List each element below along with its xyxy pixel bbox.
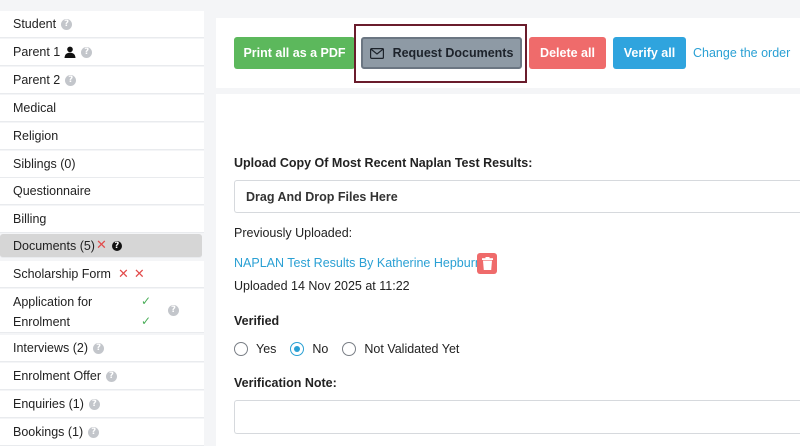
trash-icon bbox=[481, 257, 493, 270]
radio-not-validated-label: Not Validated Yet bbox=[364, 342, 460, 356]
radio-not-validated[interactable] bbox=[342, 342, 357, 356]
envelope-icon bbox=[369, 47, 384, 59]
radio-yes-label: Yes bbox=[256, 342, 277, 356]
verified-label: Verified bbox=[234, 314, 280, 328]
sidebar-item-label: Siblings (0) bbox=[13, 157, 76, 171]
sidebar-item-label: Medical bbox=[13, 101, 57, 115]
sidebar-item-label: Bookings (1) bbox=[13, 425, 84, 439]
dropzone-text: Drag And Drop Files Here bbox=[246, 189, 398, 204]
help-icon[interactable]: ? bbox=[88, 426, 100, 438]
uploaded-file-link[interactable]: NAPLAN Test Results By Katherine Hepburn bbox=[234, 256, 482, 270]
sidebar-item-enrolment-offer[interactable]: Enrolment Offer ? bbox=[0, 363, 204, 390]
verification-note-label: Verification Note: bbox=[234, 376, 337, 390]
sidebar-item-label: Enrolment Offer bbox=[13, 369, 102, 383]
help-icon[interactable]: ? bbox=[93, 342, 105, 354]
print-all-pdf-button[interactable]: Print all as a PDF bbox=[234, 37, 355, 69]
x-mark-icon: ✕ bbox=[95, 238, 107, 253]
sidebar-item-label: Scholarship Form bbox=[13, 267, 111, 281]
sidebar-item-label-line-1: Application for bbox=[13, 295, 93, 309]
sidebar-item-billing[interactable]: Billing bbox=[0, 206, 204, 233]
document-form-panel bbox=[216, 94, 800, 446]
help-icon[interactable]: ? bbox=[61, 18, 73, 30]
sidebar-item-application-for-enrolment[interactable]: Application for Enrolment ✓ ✓ ? bbox=[0, 289, 204, 333]
help-icon[interactable]: ? bbox=[81, 46, 93, 58]
help-icon[interactable]: ? bbox=[88, 398, 100, 410]
request-documents-label: Request Documents bbox=[392, 46, 514, 60]
sidebar-item-label: Student bbox=[13, 17, 57, 31]
sidebar-item-parent-2[interactable]: Parent 2 ? bbox=[0, 67, 204, 94]
verified-option-not-validated[interactable]: Not Validated Yet bbox=[342, 342, 459, 356]
previously-uploaded-label: Previously Uploaded: bbox=[234, 226, 353, 240]
sidebar-item-medical[interactable]: Medical bbox=[0, 95, 204, 122]
sidebar-item-label: Questionnaire bbox=[13, 184, 91, 198]
sidebar-item-label-line-2: Enrolment bbox=[13, 315, 70, 329]
sidebar-item-label: Documents (5) bbox=[13, 238, 95, 253]
radio-no[interactable] bbox=[290, 342, 305, 356]
check-icon: ✓ bbox=[141, 314, 152, 328]
help-icon[interactable]: ? bbox=[111, 240, 122, 251]
help-icon[interactable]: ? bbox=[168, 305, 179, 316]
request-documents-button[interactable]: Request Documents bbox=[361, 37, 522, 69]
delete-all-button[interactable]: Delete all bbox=[529, 37, 606, 69]
sidebar-item-label: Billing bbox=[13, 212, 47, 226]
sidebar-item-label: Enquiries (1) bbox=[13, 397, 84, 411]
sidebar-item-enquiries[interactable]: Enquiries (1) ? bbox=[0, 391, 204, 418]
sidebar-item-interviews[interactable]: Interviews (2) ? bbox=[0, 335, 204, 362]
sidebar-item-scholarship-form[interactable]: Scholarship Form ✕ ✕ bbox=[0, 261, 204, 288]
verified-option-no[interactable]: No bbox=[290, 342, 328, 356]
sidebar-item-parent-1[interactable]: Parent 1 ? bbox=[0, 39, 204, 66]
uploaded-date-text: Uploaded 14 Nov 2025 at 11:22 bbox=[234, 279, 410, 293]
sidebar-item-label: Parent 2 bbox=[13, 73, 61, 87]
sidebar-item-label: Parent 1 bbox=[13, 45, 61, 59]
upload-field-label: Upload Copy Of Most Recent Naplan Test R… bbox=[234, 156, 533, 170]
verified-option-yes[interactable]: Yes bbox=[234, 342, 276, 356]
help-icon[interactable]: ? bbox=[65, 74, 77, 86]
sidebar-item-bookings[interactable]: Bookings (1) ? bbox=[0, 419, 204, 446]
sidebar-item-religion[interactable]: Religion bbox=[0, 123, 204, 150]
x-mark-icon: ✕ bbox=[117, 266, 129, 282]
sidebar-item-siblings[interactable]: Siblings (0) bbox=[0, 151, 204, 178]
verification-note-input[interactable] bbox=[234, 400, 800, 434]
verified-radio-group: Yes No Not Validated Yet bbox=[234, 341, 473, 357]
verify-all-button[interactable]: Verify all bbox=[613, 37, 686, 69]
check-icon: ✓ bbox=[141, 294, 152, 308]
sidebar-item-label: Interviews (2) bbox=[13, 341, 89, 355]
help-icon[interactable]: ? bbox=[106, 370, 118, 382]
sidebar-item-student[interactable]: Student ? bbox=[0, 11, 204, 38]
delete-file-button[interactable] bbox=[477, 253, 497, 274]
user-icon bbox=[64, 46, 76, 58]
x-mark-icon: ✕ bbox=[133, 266, 145, 282]
sidebar-item-label: Religion bbox=[13, 129, 59, 143]
radio-no-label: No bbox=[312, 342, 329, 356]
radio-yes[interactable] bbox=[234, 342, 248, 356]
sidebar: Student ? Parent 1 ? Parent 2 ? Medical … bbox=[0, 0, 204, 446]
file-dropzone[interactable]: Drag And Drop Files Here bbox=[234, 180, 800, 213]
change-order-link[interactable]: Change the order bbox=[693, 46, 790, 60]
sidebar-item-documents[interactable]: Documents (5) ✕ ? bbox=[0, 234, 202, 258]
sidebar-item-questionnaire[interactable]: Questionnaire bbox=[0, 178, 204, 205]
